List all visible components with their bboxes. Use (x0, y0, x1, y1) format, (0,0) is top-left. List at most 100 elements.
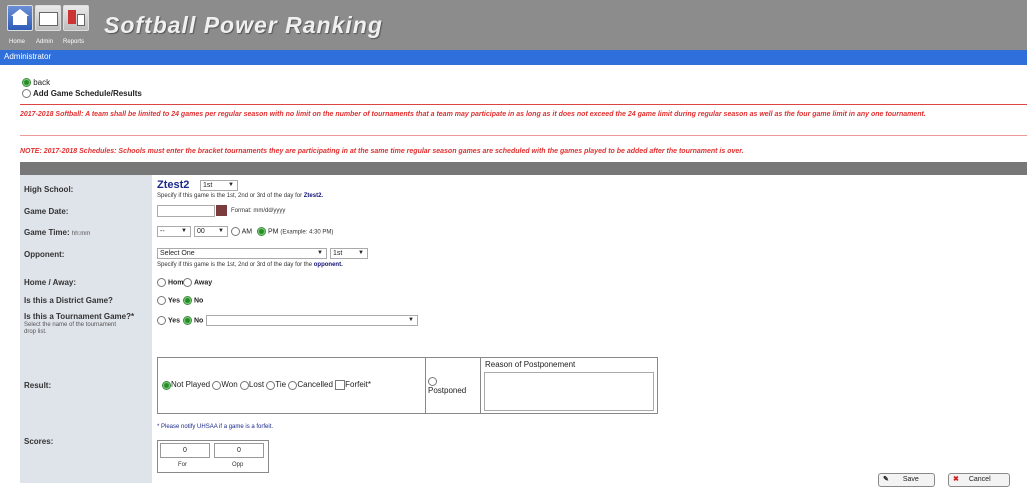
game-date-input[interactable] (157, 205, 215, 217)
result-forfeit-checkbox[interactable] (335, 380, 346, 390)
reason-header: Reason of Postponement (485, 360, 576, 369)
tournament-no-label: No (193, 317, 204, 325)
result-forfeit-label: Forfeit* (345, 380, 371, 390)
game-date-label: Game Date: (24, 207, 69, 216)
score-for-input[interactable]: 0 (160, 443, 210, 458)
minute-value: 00 (197, 228, 205, 235)
cancel-label: Cancel (968, 476, 991, 483)
notice-schedules: NOTE: 2017-2018 Schedules: Schools must … (20, 148, 744, 155)
result-won-label: Won (221, 380, 238, 390)
result-lost-label: Lost (248, 380, 265, 390)
hour-select[interactable]: -- ▼ (157, 226, 191, 237)
high-school-hint-target: Ztest2. (303, 193, 324, 199)
high-school-order-value: 1st (203, 182, 213, 189)
divider (20, 135, 1027, 136)
district-yes-radio[interactable] (157, 296, 166, 305)
opponent-order-select[interactable]: 1st ▼ (330, 248, 368, 259)
save-button[interactable]: ✎ Save (878, 473, 935, 487)
opponent-order-value: 1st (333, 250, 343, 257)
postponed-label: Postponed (428, 386, 467, 396)
district-no-option[interactable]: No (183, 296, 203, 305)
nav-label-admin[interactable]: Admin (36, 39, 53, 45)
app-header: Home Admin Reports Softball Power Rankin… (0, 0, 1027, 50)
nav-label-reports[interactable]: Reports (63, 39, 84, 45)
tournament-yes-radio[interactable] (157, 316, 166, 325)
tournament-no-option[interactable]: No (183, 316, 203, 325)
district-no-radio[interactable] (183, 296, 192, 305)
app-title: Softball Power Ranking (104, 12, 383, 38)
add-schedule-option[interactable]: Add Game Schedule/Results (22, 89, 142, 99)
cancel-button[interactable]: ✖ Cancel (948, 473, 1010, 487)
pm-radio[interactable] (257, 227, 266, 236)
tournament-no-radio[interactable] (183, 316, 192, 325)
opponent-hint: Specify if this game is the 1st, 2nd or … (157, 262, 343, 268)
chevron-down-icon: ▼ (317, 250, 323, 256)
mail-icon[interactable] (35, 5, 61, 31)
back-radio[interactable] (22, 78, 31, 88)
opponent-hint-text: Specify if this game is the 1st, 2nd or … (157, 262, 313, 268)
tournament-yes-option[interactable]: Yes (157, 316, 180, 325)
away-label: Away (193, 279, 213, 287)
admin-bar: Administrator (0, 50, 1027, 65)
result-cancelled-label: Cancelled (297, 380, 333, 390)
result-cancelled-radio[interactable] (288, 380, 298, 390)
add-schedule-label: Add Game Schedule/Results (32, 89, 142, 98)
high-school-hint: Specify if this game is the 1st, 2nd or … (157, 193, 323, 199)
game-time-label-text: Game Time: (24, 228, 70, 237)
opponent-label: Opponent: (24, 250, 65, 259)
back-option[interactable]: back (22, 78, 51, 88)
back-option-label: back (33, 78, 51, 87)
tournament-select[interactable]: ▼ (206, 315, 418, 326)
score-opp-input[interactable]: 0 (214, 443, 264, 458)
district-label: Is this a District Game? (24, 296, 113, 305)
pm-option[interactable]: PM (Example: 4:30 PM) (257, 227, 333, 236)
tournament-yes-label: Yes (167, 317, 181, 325)
chevron-down-icon: ▼ (228, 182, 234, 188)
divider (20, 104, 1027, 105)
opponent-select[interactable]: Select One ▼ (157, 248, 327, 259)
result-not-played-radio[interactable] (162, 380, 171, 390)
reason-textarea[interactable] (484, 372, 654, 411)
district-yes-option[interactable]: Yes (157, 296, 180, 305)
game-date-format-hint: Format: mm/dd/yyyy (231, 208, 286, 214)
hour-value: -- (160, 228, 165, 235)
district-no-label: No (193, 297, 204, 305)
am-option[interactable]: AM (231, 227, 252, 236)
district-yes-label: Yes (167, 297, 181, 305)
result-label: Result: (24, 381, 52, 390)
result-lost-radio[interactable] (239, 380, 249, 390)
result-tie-radio[interactable] (266, 380, 276, 390)
opponent-value: Select One (160, 250, 195, 257)
away-radio[interactable] (183, 278, 192, 287)
notice-game-limit: 2017-2018 Softball: A team shall be limi… (20, 111, 926, 118)
high-school-order-select[interactable]: 1st ▼ (200, 180, 238, 191)
nav-label-home[interactable]: Home (9, 39, 25, 45)
cancel-icon: ✖ (953, 476, 959, 483)
admin-bar-label[interactable]: Administrator (4, 52, 51, 61)
high-school-hint-text: Specify if this game is the 1st, 2nd or … (157, 193, 303, 199)
opponent-hint-target: opponent. (313, 262, 343, 268)
tournament-sub-label: Select the name of the tournament drop l… (24, 322, 117, 335)
am-radio[interactable] (231, 227, 240, 236)
pm-label: PM (267, 228, 279, 236)
reports-icon[interactable] (63, 5, 89, 31)
away-option[interactable]: Away (183, 278, 212, 287)
chevron-down-icon: ▼ (181, 228, 187, 234)
time-example: (Example: 4:30 PM) (280, 229, 334, 236)
postponed-radio[interactable] (428, 377, 437, 387)
minute-select[interactable]: 00 ▼ (194, 226, 228, 237)
add-schedule-radio[interactable] (22, 89, 31, 99)
chevron-down-icon: ▼ (358, 250, 364, 256)
score-opp-label: Opp (232, 462, 244, 468)
home-radio[interactable] (157, 278, 166, 287)
postponed-option[interactable]: Postponed (428, 377, 466, 395)
am-label: AM (241, 228, 253, 236)
chevron-down-icon: ▼ (408, 317, 414, 323)
form-header-bar (20, 162, 1027, 175)
calendar-icon[interactable] (216, 205, 227, 216)
save-icon: ✎ (883, 476, 889, 483)
tournament-label: Is this a Tournament Game?* (24, 312, 135, 321)
result-tie-label: Tie (275, 380, 287, 390)
home-icon[interactable] (7, 5, 33, 31)
high-school-label: High School: (24, 185, 74, 194)
